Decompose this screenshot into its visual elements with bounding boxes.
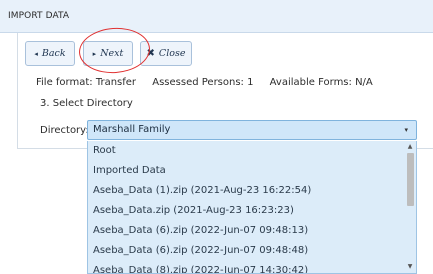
chevron-down-icon: ▾ [404, 126, 408, 134]
next-button[interactable]: ▸ Next [83, 41, 133, 66]
directory-dropdown-list: Root Imported Data Aseba_Data (1).zip (2… [87, 141, 417, 274]
import-info: File format: Transfer Assessed Persons: … [36, 77, 386, 88]
dropdown-option[interactable]: Aseba_Data (8).zip (2022-Jun-07 14:30:42… [88, 261, 416, 273]
back-button-label: Back [41, 48, 66, 59]
dialog-title: IMPORT DATA [8, 11, 70, 21]
scrollbar-thumb[interactable] [407, 153, 414, 206]
step-title: 3. Select Directory [40, 98, 133, 109]
close-icon: ✖ [146, 48, 155, 59]
close-button-label: Close [158, 48, 186, 59]
scroll-up-icon[interactable]: ▲ [404, 142, 416, 152]
dropdown-option[interactable]: Aseba_Data (6).zip (2022-Jun-07 09:48:48… [88, 241, 416, 261]
directory-selected-value: Marshall Family [93, 124, 171, 135]
back-button[interactable]: ◂ Back [25, 41, 75, 66]
dropdown-option[interactable]: Aseba_Data (1).zip (2021-Aug-23 16:22:54… [88, 181, 416, 201]
directory-label: Directory: [40, 125, 89, 136]
dropdown-option[interactable]: Imported Data [88, 161, 416, 181]
dialog-header: IMPORT DATA [0, 0, 433, 33]
available-forms-text: Available Forms: N/A [269, 77, 373, 88]
next-arrow-icon: ▸ [92, 49, 97, 58]
dropdown-option[interactable]: Aseba_Data.zip (2021-Aug-23 16:23:23) [88, 201, 416, 221]
dropdown-option[interactable]: Aseba_Data (6).zip (2022-Jun-07 09:48:13… [88, 221, 416, 241]
dropdown-option[interactable]: Root [88, 141, 416, 161]
back-arrow-icon: ◂ [34, 49, 38, 58]
next-button-label: Next [100, 48, 124, 59]
directory-select[interactable]: Marshall Family ▾ [87, 120, 417, 140]
close-button[interactable]: ✖ Close [140, 41, 192, 66]
scroll-down-icon[interactable]: ▼ [404, 262, 416, 272]
assessed-persons-text: Assessed Persons: 1 [152, 77, 254, 88]
dropdown-scrollbar[interactable]: ▲ ▼ [404, 141, 416, 273]
file-format-text: File format: Transfer [36, 77, 137, 88]
